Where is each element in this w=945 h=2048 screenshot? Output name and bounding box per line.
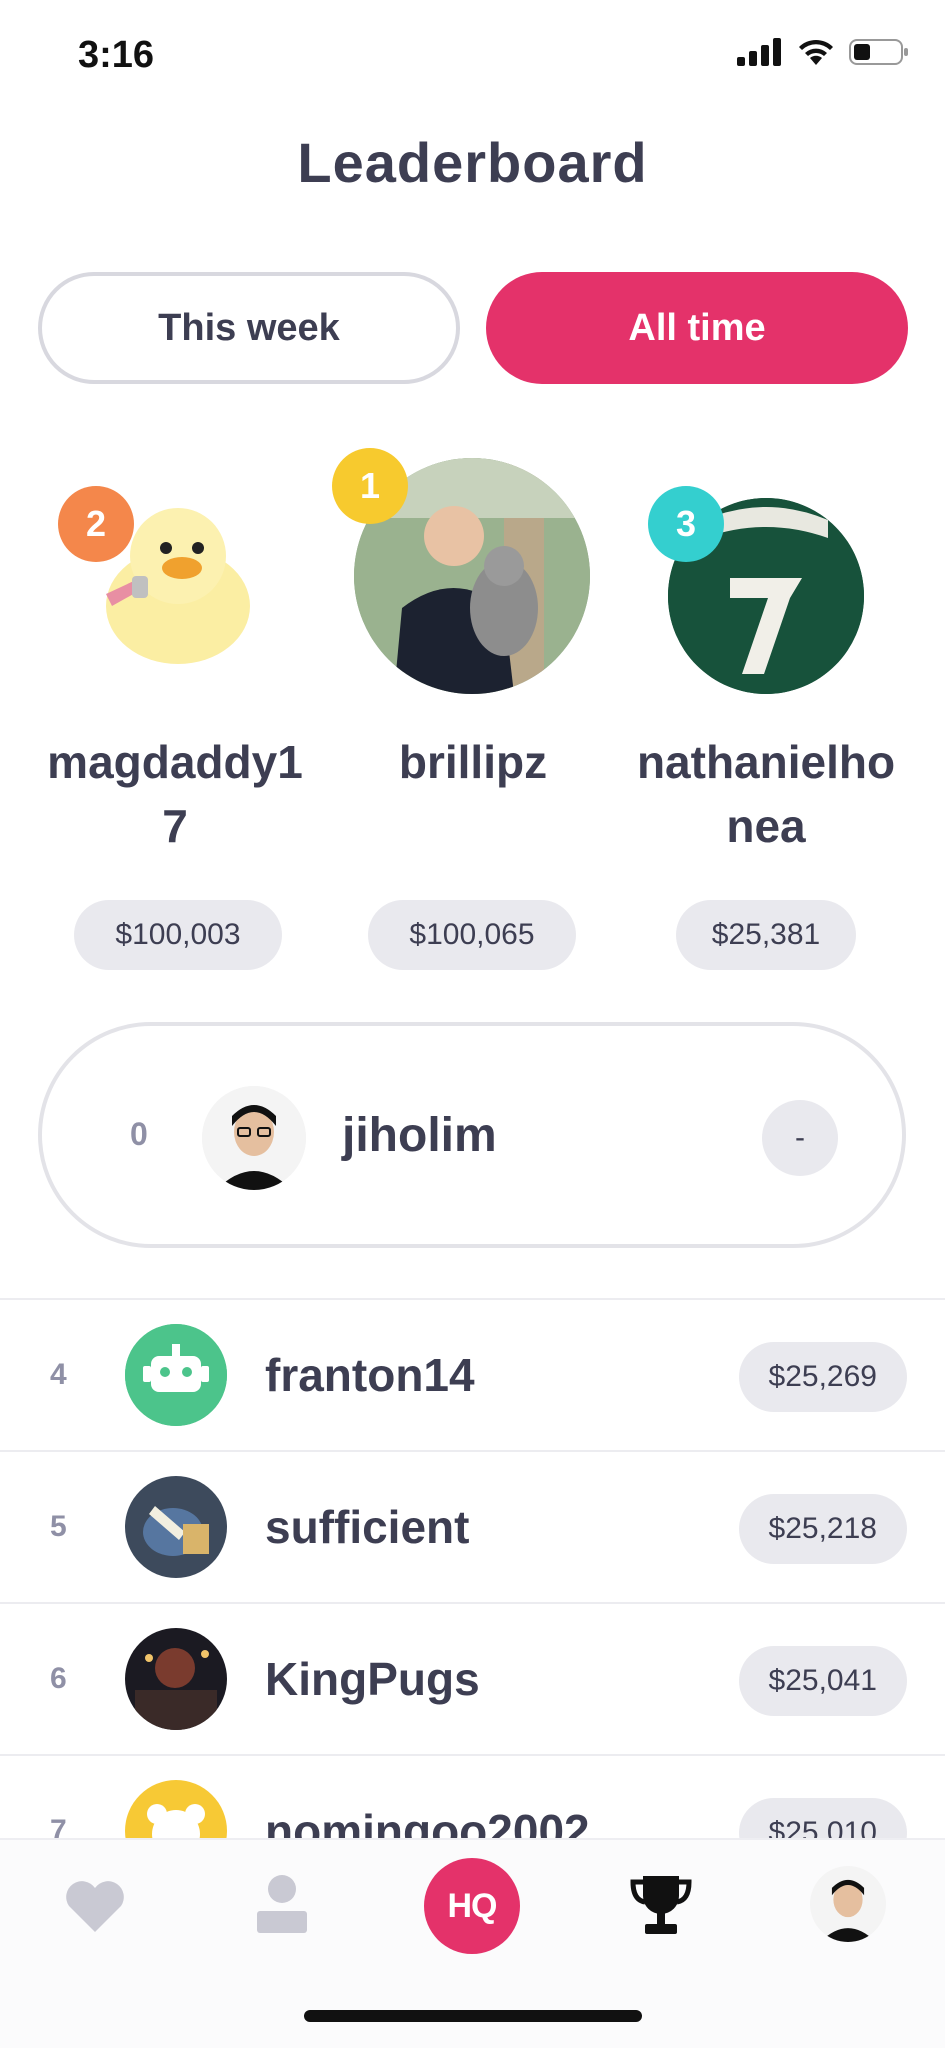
tab-account-avatar[interactable]	[810, 1866, 886, 1942]
leaderboard-list: 4 franton14 $25,269 5 sufficient $25,218…	[0, 1298, 945, 1908]
page-title: Leaderboard	[297, 131, 648, 194]
tab-all-time[interactable]: All time	[486, 272, 908, 384]
photo-avatar	[125, 1628, 227, 1730]
score-pill: $100,065	[368, 900, 576, 970]
heart-icon	[66, 1881, 124, 1932]
wifi-icon	[799, 39, 833, 65]
home-indicator	[304, 2010, 642, 2022]
robot-avatar-icon	[125, 1324, 227, 1426]
row-rank: 5	[50, 1510, 67, 1543]
rank-badge-2: 2	[58, 486, 134, 562]
tab-lives[interactable]	[60, 1876, 130, 1936]
current-user-score: -	[762, 1100, 838, 1176]
rank-badge-1: 1	[332, 448, 408, 524]
status-time: 3:16	[78, 34, 155, 76]
row-score: $25,269	[738, 1342, 907, 1412]
cellular-signal-icon	[737, 38, 781, 66]
row-score: $25,041	[738, 1646, 907, 1716]
status-icons	[737, 38, 909, 66]
row-name: franton14	[265, 1349, 475, 1401]
current-user-rank: 0	[130, 1116, 148, 1152]
podium-name: magdaddy17	[47, 736, 303, 852]
list-item[interactable]: 5 sufficient $25,218	[0, 1452, 945, 1604]
podium: 2 magdaddy17 $100,003 1 brillipz $100,06…	[0, 440, 945, 1000]
list-item[interactable]: 6 KingPugs $25,041	[0, 1604, 945, 1756]
row-score: $25,218	[738, 1494, 907, 1564]
status-bar: 3:16	[0, 0, 945, 110]
battery-icon	[849, 39, 908, 65]
row-rank: 6	[50, 1662, 67, 1695]
current-user-avatar	[202, 1086, 306, 1190]
rank-badge-3: 3	[648, 486, 724, 562]
account-avatar-icon	[810, 1866, 886, 1942]
tab-this-week[interactable]: This week	[38, 272, 460, 384]
score-pill: $100,003	[74, 900, 282, 970]
user-icon	[257, 1875, 307, 1933]
podium-name: nathanielhonea	[636, 736, 896, 852]
row-name: KingPugs	[265, 1653, 480, 1705]
person-avatar-icon	[202, 1086, 306, 1190]
trophy-icon	[630, 1876, 692, 1934]
score-pill: $25,381	[676, 900, 856, 970]
tab-profile[interactable]	[252, 1870, 312, 1940]
row-rank: 4	[50, 1358, 67, 1391]
list-item[interactable]: 4 franton14 $25,269	[0, 1300, 945, 1452]
podium-name: brillipz	[398, 736, 548, 788]
row-name: sufficient	[265, 1501, 470, 1553]
current-user-name: jiholim	[342, 1109, 497, 1162]
tab-leaderboard[interactable]	[626, 1870, 696, 1940]
current-user-card[interactable]: 0 jiholim -	[38, 1022, 906, 1248]
hq-button[interactable]: HQ	[424, 1858, 520, 1954]
photo-avatar	[125, 1476, 227, 1578]
